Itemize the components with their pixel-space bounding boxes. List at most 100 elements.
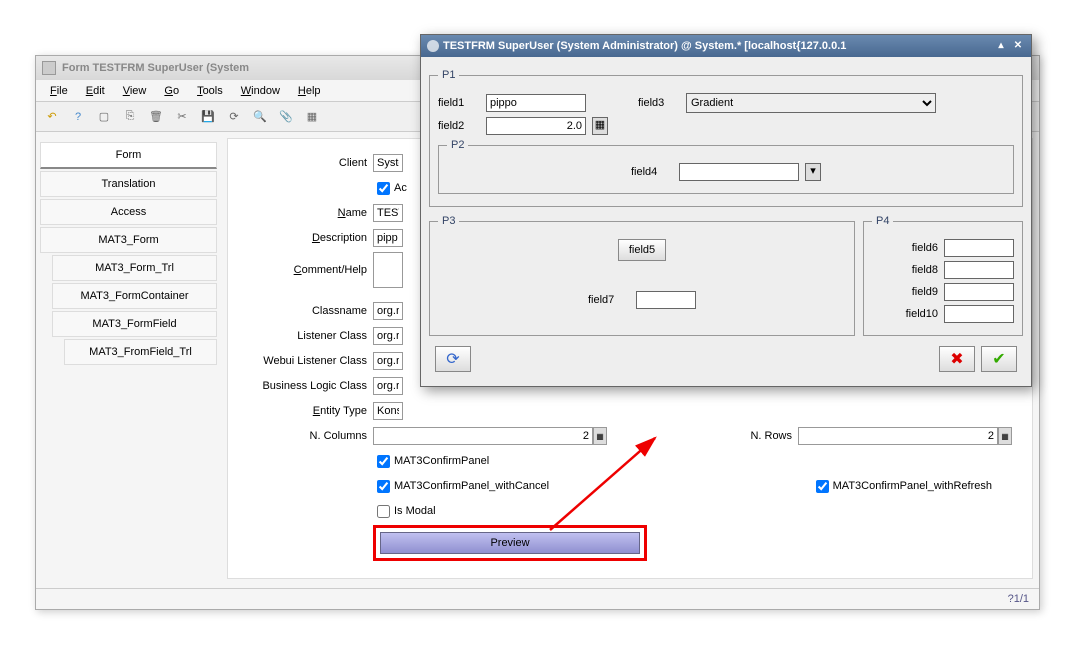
cb-confirm[interactable] (377, 455, 390, 468)
copy-icon[interactable]: ⎘ (120, 107, 140, 127)
webui-field[interactable] (373, 352, 403, 370)
field7-input[interactable] (636, 291, 696, 309)
fieldset-p4: P4 field6 field8 field9 field10 (863, 215, 1023, 336)
field4-input[interactable] (679, 163, 799, 181)
client-label: Client (238, 157, 373, 169)
menu-edit[interactable]: Edit (78, 83, 113, 99)
webui-label: Webui Listener Class (238, 355, 373, 367)
save-icon[interactable]: 💾 (198, 107, 218, 127)
field10-label: field10 (888, 308, 938, 320)
tab-mat3-form[interactable]: MAT3_Form (40, 227, 217, 253)
nrows-field[interactable] (798, 427, 998, 445)
preview-button[interactable]: Preview (380, 532, 640, 554)
fieldset-p3: P3 field5 field7 (429, 215, 855, 336)
ok-button[interactable]: ✔ (981, 346, 1017, 372)
refresh-icon[interactable]: ⟳ (224, 107, 244, 127)
cb-refresh-label: MAT3ConfirmPanel_withRefresh (833, 480, 992, 492)
field3-label: field3 (638, 97, 680, 109)
field1-label: field1 (438, 97, 480, 109)
close-icon[interactable]: ✕ (1011, 39, 1025, 53)
description-label: Description (238, 232, 373, 244)
menu-window[interactable]: Window (233, 83, 288, 99)
field5-button[interactable]: field5 (618, 239, 666, 261)
field8-label: field8 (888, 264, 938, 276)
app-icon (42, 61, 56, 75)
biz-label: Business Logic Class (238, 380, 373, 392)
active-label: Ac (394, 182, 407, 194)
help-icon[interactable]: ? (68, 107, 88, 127)
undo-icon[interactable]: ↶ (42, 107, 62, 127)
fieldset-p2: P2 field4 ▾ (438, 139, 1014, 194)
field9-label: field9 (888, 286, 938, 298)
preview-highlight: Preview (373, 525, 647, 561)
cb-cancel-label: MAT3ConfirmPanel_withCancel (394, 480, 549, 492)
dialog-titlebar[interactable]: TESTFRM SuperUser (System Administrator)… (421, 35, 1031, 57)
field4-label: field4 (631, 166, 673, 178)
grid-icon[interactable]: ▦ (302, 107, 322, 127)
cb-modal[interactable] (377, 505, 390, 518)
tab-translation[interactable]: Translation (40, 171, 217, 197)
field1-input[interactable] (486, 94, 586, 112)
attach-icon[interactable]: 📎 (276, 107, 296, 127)
client-field[interactable] (373, 154, 403, 172)
classname-label: Classname (238, 305, 373, 317)
field4-picker-icon[interactable]: ▾ (805, 163, 821, 181)
cb-confirm-label: MAT3ConfirmPanel (394, 455, 489, 467)
cb-modal-label: Is Modal (394, 505, 436, 517)
search-icon[interactable]: 🔍 (250, 107, 270, 127)
field2-input[interactable] (486, 117, 586, 135)
cut-icon[interactable]: ✂ (172, 107, 192, 127)
field2-calc-icon[interactable]: ▦ (592, 117, 608, 135)
new-icon[interactable]: ▢ (94, 107, 114, 127)
field8-input[interactable] (944, 261, 1014, 279)
active-checkbox[interactable] (377, 182, 390, 195)
field2-label: field2 (438, 120, 480, 132)
tab-mat3-formfield[interactable]: MAT3_FormField (52, 311, 217, 337)
legend-p1: P1 (438, 69, 459, 81)
ncols-field[interactable] (373, 427, 593, 445)
cancel-button[interactable]: ✖ (939, 346, 975, 372)
dialog-icon (427, 40, 439, 52)
description-field[interactable] (373, 229, 403, 247)
menu-view[interactable]: View (115, 83, 155, 99)
cb-cancel[interactable] (377, 480, 390, 493)
field10-input[interactable] (944, 305, 1014, 323)
dialog-body: P1 field1 field3 Gradient field2 ▦ P2 fi… (421, 57, 1031, 386)
classname-field[interactable] (373, 302, 403, 320)
field9-input[interactable] (944, 283, 1014, 301)
entity-label: Entity Type (238, 405, 373, 417)
field6-label: field6 (888, 242, 938, 254)
name-label: Name (238, 207, 373, 219)
tab-mat3-formcontainer[interactable]: MAT3_FormContainer (52, 283, 217, 309)
tab-mat3-fromfield-trl[interactable]: MAT3_FromField_Trl (64, 339, 217, 365)
field3-select[interactable]: Gradient (686, 93, 936, 113)
dialog-buttons: ⟳ ✖ ✔ (429, 340, 1023, 378)
preview-dialog: TESTFRM SuperUser (System Administrator)… (420, 34, 1032, 387)
statusbar: ?1/1 (36, 588, 1039, 609)
ncols-spinner[interactable]: ▦ (593, 427, 607, 445)
field6-input[interactable] (944, 239, 1014, 257)
tab-access[interactable]: Access (40, 199, 217, 225)
biz-field[interactable] (373, 377, 403, 395)
legend-p3: P3 (438, 215, 459, 227)
dialog-title: TESTFRM SuperUser (System Administrator)… (443, 40, 846, 52)
menu-go[interactable]: Go (156, 83, 187, 99)
tab-form[interactable]: Form (40, 142, 217, 169)
cb-refresh[interactable] (816, 480, 829, 493)
record-count: ?1/1 (1008, 593, 1029, 605)
nrows-spinner[interactable]: ▦ (998, 427, 1012, 445)
entity-field[interactable] (373, 402, 403, 420)
delete-icon[interactable]: 🗑 (146, 107, 166, 127)
fieldset-p1: P1 field1 field3 Gradient field2 ▦ P2 fi… (429, 69, 1023, 207)
comment-field[interactable] (373, 252, 403, 288)
listener-field[interactable] (373, 327, 403, 345)
tab-mat3-form-trl[interactable]: MAT3_Form_Trl (52, 255, 217, 281)
listener-label: Listener Class (238, 330, 373, 342)
sidebar: Form Translation Access MAT3_Form MAT3_F… (36, 132, 221, 585)
name-field[interactable] (373, 204, 403, 222)
menu-file[interactable]: File (42, 83, 76, 99)
rollup-icon[interactable]: ▴ (994, 39, 1008, 53)
menu-tools[interactable]: Tools (189, 83, 231, 99)
refresh-button[interactable]: ⟳ (435, 346, 471, 372)
menu-help[interactable]: Help (290, 83, 329, 99)
